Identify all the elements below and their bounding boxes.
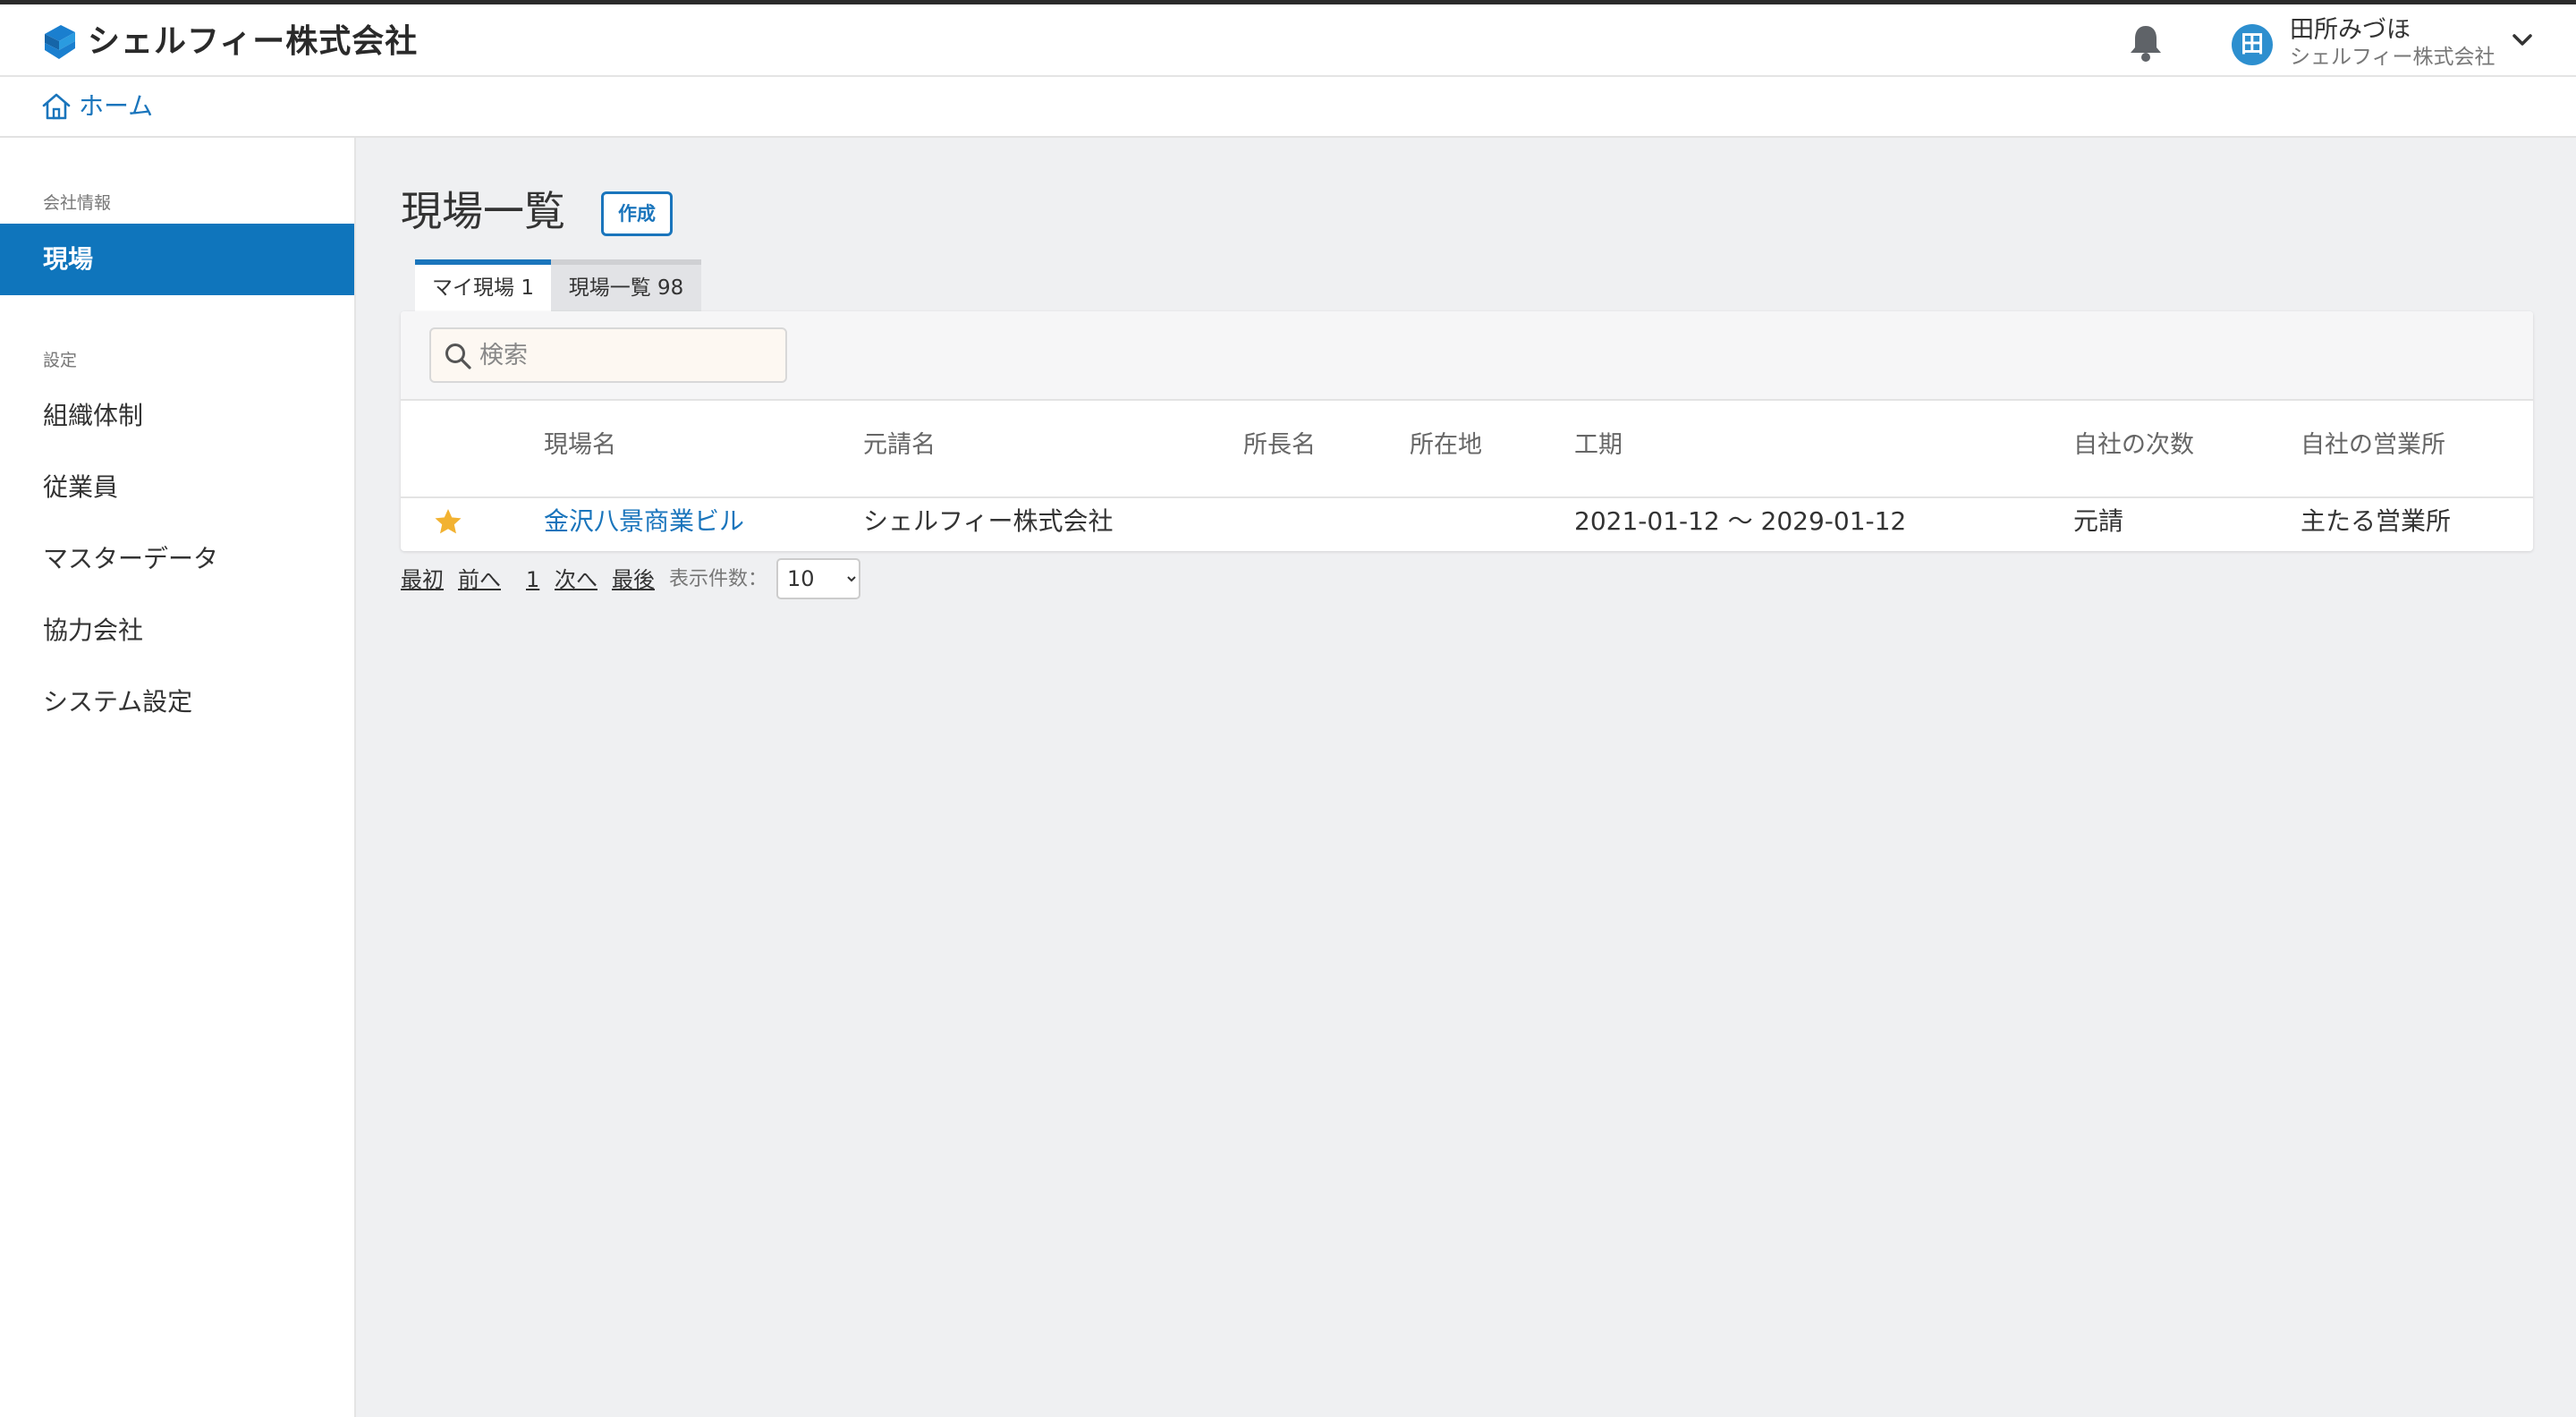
pagination-prev[interactable]: 前へ xyxy=(458,564,501,596)
sidebar-item-organization[interactable]: 組織体制 xyxy=(0,380,354,452)
site-name-link[interactable]: 金沢八景商業ビル xyxy=(544,505,744,539)
sidebar-section-settings: 設定 xyxy=(43,351,78,370)
tab-my-sites[interactable]: マイ現場 1 xyxy=(415,259,551,311)
per-page-select[interactable]: 10 xyxy=(776,558,860,599)
sites-table-panel: 現場名 元請名 所長名 所在地 工期 自社の次数 自社の営業所 金沢八景商業ビル… xyxy=(401,311,2533,551)
chevron-down-icon[interactable] xyxy=(2512,31,2533,49)
table-header-divider xyxy=(401,496,2533,498)
breadcrumb: ホーム xyxy=(0,77,2576,138)
brand-name[interactable]: シェルフィー株式会社 xyxy=(88,22,418,62)
per-page-label: 表示件数： xyxy=(669,568,768,590)
pagination-next[interactable]: 次へ xyxy=(555,564,597,596)
column-header-tier[interactable]: 自社の次数 xyxy=(2073,429,2194,462)
prime-contractor-cell: シェルフィー株式会社 xyxy=(863,506,1114,536)
sidebar-item-sites[interactable]: 現場 xyxy=(0,224,354,295)
sidebar-item-partners[interactable]: 協力会社 xyxy=(0,595,354,666)
search-icon xyxy=(445,344,471,369)
column-header-prime-contractor[interactable]: 元請名 xyxy=(863,429,936,462)
office-cell: 主たる営業所 xyxy=(2301,506,2452,536)
sidebar-item-employees[interactable]: 従業員 xyxy=(0,452,354,523)
column-header-period[interactable]: 工期 xyxy=(1574,429,1623,462)
search-box[interactable] xyxy=(429,327,787,383)
table-toolbar xyxy=(401,311,2533,401)
sidebar-section-company: 会社情報 xyxy=(43,193,112,213)
user-avatar[interactable]: 田 xyxy=(2232,24,2273,65)
user-company: シェルフィー株式会社 xyxy=(2290,46,2496,69)
main-content: 現場一覧 作成 マイ現場 1 現場一覧 98 現場名 元請名 所長名 所在地 工… xyxy=(356,138,2576,1417)
column-header-manager[interactable]: 所長名 xyxy=(1243,429,1316,462)
sidebar-item-system-settings[interactable]: システム設定 xyxy=(0,666,354,738)
tab-all-sites[interactable]: 現場一覧 98 xyxy=(551,259,701,311)
create-button[interactable]: 作成 xyxy=(601,191,673,236)
pagination-last[interactable]: 最後 xyxy=(612,564,655,596)
tier-cell: 元請 xyxy=(2073,506,2124,536)
user-name[interactable]: 田所みづほ xyxy=(2290,15,2411,46)
sidebar: 会社情報 現場 設定 組織体制 従業員 マスターデータ 協力会社 システム設定 xyxy=(0,138,356,1417)
period-cell: 2021-01-12 〜 2029-01-12 xyxy=(1574,506,1907,536)
column-header-location[interactable]: 所在地 xyxy=(1410,429,1482,462)
page-title: 現場一覧 xyxy=(401,187,565,235)
breadcrumb-home-link[interactable]: ホーム xyxy=(79,89,153,123)
notification-bell-icon[interactable] xyxy=(2127,22,2165,64)
search-input[interactable] xyxy=(479,335,775,376)
column-header-office[interactable]: 自社の営業所 xyxy=(2301,429,2445,462)
sidebar-item-master-data[interactable]: マスターデータ xyxy=(0,523,354,595)
favorite-star-icon[interactable] xyxy=(433,506,463,537)
pagination-page-1[interactable]: 1 xyxy=(526,564,539,596)
app-header: シェルフィー株式会社 田 田所みづほ シェルフィー株式会社 xyxy=(0,4,2576,77)
pagination-first[interactable]: 最初 xyxy=(401,564,444,596)
column-header-site-name[interactable]: 現場名 xyxy=(544,429,616,462)
home-icon[interactable] xyxy=(41,91,72,122)
company-logo-icon xyxy=(45,25,75,59)
